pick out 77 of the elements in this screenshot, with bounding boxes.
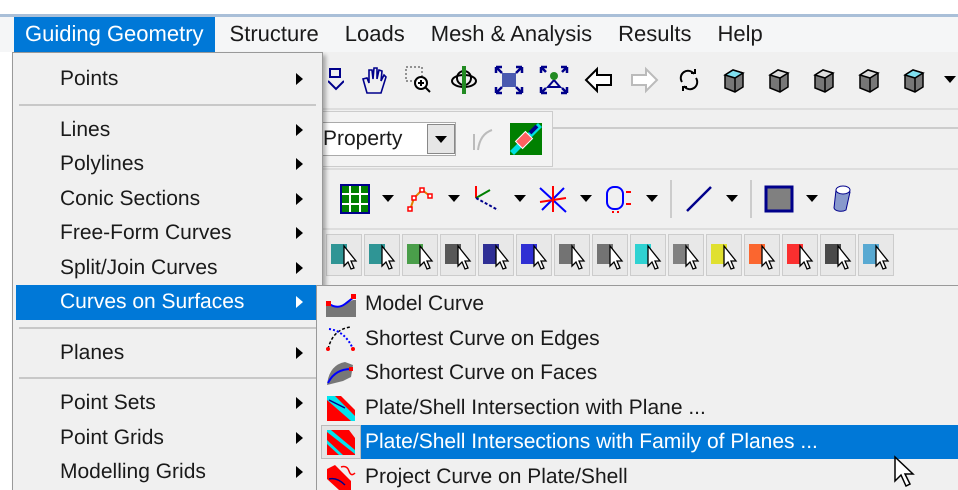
pointer-tool-icon[interactable] bbox=[592, 234, 628, 276]
dropdown-arrow-icon[interactable] bbox=[514, 195, 526, 203]
menu-bar-item[interactable]: Guiding Geometry bbox=[14, 17, 215, 52]
pointer-tool-icon[interactable] bbox=[402, 234, 438, 276]
dropdown-arrow-icon[interactable] bbox=[806, 195, 818, 203]
grid-icon[interactable] bbox=[340, 184, 370, 214]
pointer-tool-icon[interactable] bbox=[668, 234, 704, 276]
menu-item-label: Point Sets bbox=[60, 391, 156, 416]
pointer-tool-icon[interactable] bbox=[478, 234, 514, 276]
pointer-tool-icon[interactable] bbox=[516, 234, 552, 276]
pointer-tool-icon[interactable] bbox=[706, 234, 742, 276]
menu-item-label: Free-Form Curves bbox=[60, 221, 232, 246]
pointer-tool-icon[interactable] bbox=[440, 234, 476, 276]
menu-item-label: Conic Sections bbox=[60, 186, 200, 211]
menu-item[interactable]: Points bbox=[16, 62, 319, 96]
menu-item[interactable]: Polylines bbox=[16, 147, 319, 182]
submenu-item-label: Plate/Shell Intersection with Plane ... bbox=[364, 394, 706, 421]
submenu-item[interactable]: Shortest Curve on Edges bbox=[317, 322, 958, 356]
project-curve-icon bbox=[325, 462, 357, 490]
pointer-tool-icon[interactable] bbox=[782, 234, 818, 276]
menu-item[interactable]: Modelling Grids bbox=[16, 455, 319, 490]
pointer-tool-icon[interactable] bbox=[554, 234, 590, 276]
menu-item-label: Planes bbox=[60, 340, 124, 365]
submenu-item-label: Project Curve on Plate/Shell bbox=[364, 464, 628, 490]
pointer-tool-icon[interactable] bbox=[820, 234, 856, 276]
dropdown-arrow-icon[interactable] bbox=[646, 195, 658, 203]
dropdown-arrow-icon[interactable] bbox=[382, 195, 394, 203]
line-icon[interactable] bbox=[684, 184, 714, 214]
submenu-item[interactable]: Shortest Curve on Faces bbox=[317, 356, 958, 390]
circle-icon[interactable] bbox=[604, 184, 634, 214]
menu-item[interactable]: Point Grids bbox=[16, 420, 319, 455]
crossing-curves-icon bbox=[325, 324, 357, 353]
menu-item-label: Point Grids bbox=[60, 426, 164, 450]
fit-selection-icon[interactable] bbox=[539, 65, 569, 95]
menu-item-label: Points bbox=[60, 67, 118, 92]
dropdown-arrow-icon[interactable] bbox=[726, 195, 738, 203]
plate-planes-icon bbox=[325, 428, 357, 456]
square-icon[interactable] bbox=[764, 184, 794, 214]
menu-item-label: Curves on Surfaces bbox=[60, 290, 244, 314]
menu-item[interactable]: Curves on Surfaces bbox=[16, 285, 319, 320]
menu-item[interactable]: Free-Form Curves bbox=[16, 216, 319, 250]
pointer-tool-icon[interactable] bbox=[630, 234, 666, 276]
menu-item[interactable]: Point Sets bbox=[16, 386, 319, 420]
menu-item-label: Polylines bbox=[60, 152, 144, 176]
menu-item[interactable]: Lines bbox=[16, 112, 319, 147]
fit-view-icon[interactable] bbox=[494, 65, 524, 95]
star-lines-icon[interactable] bbox=[538, 184, 568, 214]
menu-item[interactable]: Conic Sections bbox=[16, 182, 319, 216]
pointer-tool-icon[interactable] bbox=[858, 234, 894, 276]
menu-bar-item[interactable]: Results bbox=[607, 17, 703, 52]
back-arrow-icon[interactable] bbox=[584, 65, 614, 95]
menu-bar-item[interactable]: Mesh & Analysis bbox=[420, 17, 604, 52]
cursor-icon bbox=[893, 455, 917, 489]
menu-item[interactable]: Planes bbox=[16, 336, 319, 370]
hand-icon[interactable] bbox=[359, 65, 389, 95]
submenu-item[interactable]: Plate/Shell Intersection with Plane ... bbox=[317, 390, 958, 425]
submenu-item-label: Model Curve bbox=[364, 291, 484, 318]
menu-item-label: Modelling Grids bbox=[60, 460, 206, 484]
pointer-tool-icon[interactable] bbox=[326, 234, 362, 276]
dropdown-arrow-icon[interactable] bbox=[448, 195, 460, 203]
submenu-item-label: Shortest Curve on Edges bbox=[364, 326, 600, 352]
submenu-item[interactable]: Model Curve bbox=[317, 287, 958, 322]
plate-plane-icon bbox=[325, 394, 357, 422]
brush-icon[interactable] bbox=[510, 123, 542, 155]
dropdown-arrow-icon[interactable] bbox=[580, 195, 592, 203]
menu-bar-item[interactable]: Help bbox=[706, 17, 774, 52]
pointer-tool-icon[interactable] bbox=[744, 234, 780, 276]
submenu-item-label: Shortest Curve on Faces bbox=[364, 360, 598, 386]
pointer-tool-icon[interactable] bbox=[364, 234, 400, 276]
submenu-item[interactable]: Project Curve on Plate/Shell bbox=[317, 460, 958, 490]
rotate-icon[interactable] bbox=[449, 65, 479, 95]
menu-item[interactable]: Split/Join Curves bbox=[16, 250, 319, 285]
menu-bar-item[interactable]: Loads bbox=[334, 17, 416, 52]
menu-item-label: Split/Join Curves bbox=[60, 256, 218, 280]
dropdown-arrow-icon[interactable] bbox=[944, 76, 956, 84]
menu-bar-item[interactable]: Structure bbox=[218, 17, 330, 52]
menu-item-label: Lines bbox=[60, 118, 110, 142]
